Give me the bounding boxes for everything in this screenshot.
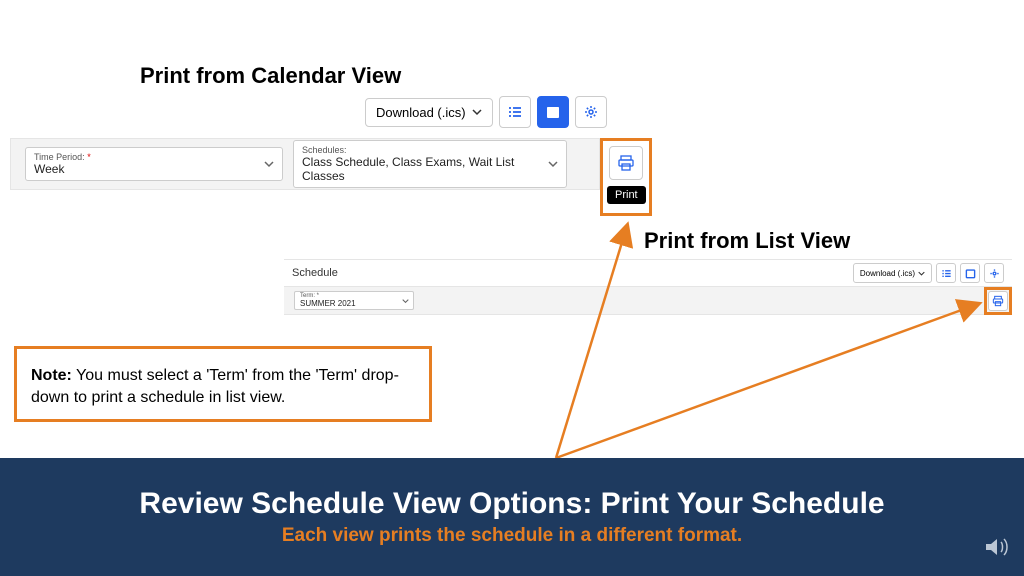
- print-button[interactable]: [988, 291, 1008, 311]
- calendar-view-toggle[interactable]: [537, 96, 569, 128]
- settings-button[interactable]: [984, 263, 1004, 283]
- speaker-icon: [982, 533, 1010, 561]
- calendar-icon: [965, 268, 976, 279]
- download-ics-button[interactable]: Download (.ics): [365, 98, 493, 127]
- list-icon: [507, 104, 523, 120]
- schedules-label: Schedules:: [302, 145, 558, 155]
- printer-icon: [992, 295, 1004, 307]
- calendar-view-toggle[interactable]: [960, 263, 980, 283]
- download-label: Download (.ics): [376, 105, 466, 120]
- list-icon: [941, 268, 952, 279]
- term-select[interactable]: Term: * SUMMER 2021: [294, 291, 414, 310]
- list-filter-bar: Term: * SUMMER 2021: [284, 287, 1012, 315]
- schedules-select[interactable]: Schedules: Class Schedule, Class Exams, …: [293, 140, 567, 188]
- time-period-value: Week: [34, 162, 274, 176]
- chevron-down-icon: [264, 159, 274, 169]
- footer-title: Review Schedule View Options: Print Your…: [139, 487, 884, 521]
- heading-calendar-view: Print from Calendar View: [140, 63, 401, 89]
- list-view-toggle[interactable]: [936, 263, 956, 283]
- footer-subtitle: Each view prints the schedule in a diffe…: [282, 525, 742, 547]
- chevron-down-icon: [918, 270, 925, 277]
- time-period-label: Time Period: *: [34, 152, 274, 162]
- chevron-down-icon: [402, 297, 409, 304]
- note-box: Note: You must select a 'Term' from the …: [14, 346, 432, 422]
- schedules-value: Class Schedule, Class Exams, Wait List C…: [302, 155, 558, 183]
- term-value: SUMMER 2021: [300, 299, 408, 308]
- printer-icon: [617, 154, 635, 172]
- settings-button[interactable]: [575, 96, 607, 128]
- list-toolbar: Download (.ics): [853, 263, 1004, 283]
- gear-icon: [989, 268, 1000, 279]
- download-ics-button[interactable]: Download (.ics): [853, 263, 932, 283]
- footer-banner: Review Schedule View Options: Print Your…: [0, 458, 1024, 576]
- list-view-toggle[interactable]: [499, 96, 531, 128]
- time-period-select[interactable]: Time Period: * Week: [25, 147, 283, 181]
- calendar-icon: [545, 104, 561, 120]
- list-view-header: Schedule Download (.ics): [284, 259, 1012, 287]
- calendar-toolbar: Download (.ics): [365, 96, 607, 128]
- note-prefix: Note:: [31, 367, 72, 384]
- chevron-down-icon: [472, 107, 482, 117]
- print-tooltip: Print: [607, 186, 646, 204]
- note-text: You must select a 'Term' from the 'Term'…: [31, 367, 399, 406]
- schedule-panel-title: Schedule: [292, 267, 853, 279]
- print-button[interactable]: [609, 146, 643, 180]
- heading-list-view: Print from List View: [644, 228, 850, 254]
- download-label: Download (.ics): [860, 269, 915, 278]
- calendar-filter-bar: Time Period: * Week Schedules: Class Sch…: [10, 138, 600, 190]
- chevron-down-icon: [548, 159, 558, 169]
- gear-icon: [583, 104, 599, 120]
